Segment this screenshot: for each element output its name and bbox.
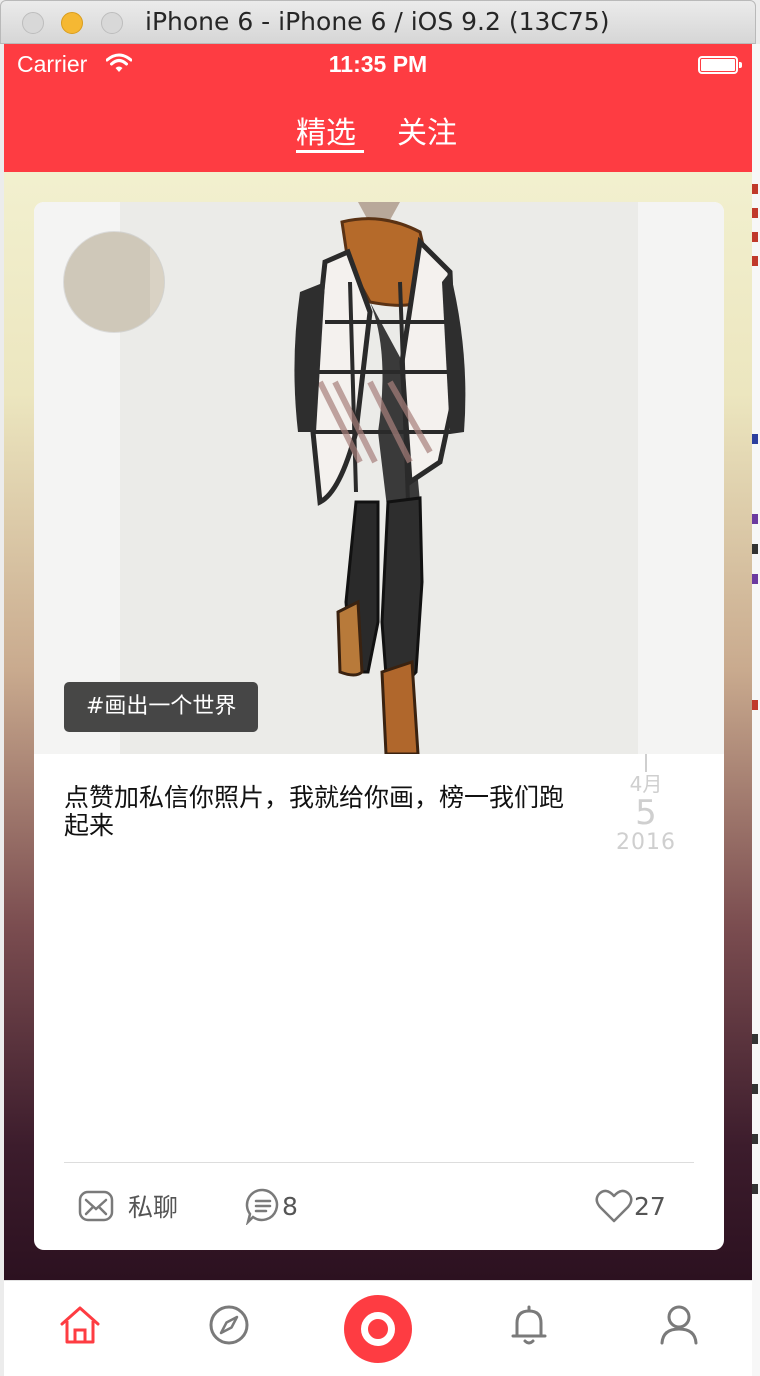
status-bar: Carrier 11:35 PM bbox=[4, 44, 752, 84]
envelope-icon bbox=[78, 1190, 114, 1222]
top-nav-bar: 精选 关注 bbox=[4, 84, 752, 172]
avatar-image bbox=[150, 232, 164, 332]
post-card[interactable]: #画出一个世界 4月 5 2016 点赞加私信你照片，我就给你画，榜一我们跑起来… bbox=[34, 202, 724, 1250]
feed-background: #画出一个世界 4月 5 2016 点赞加私信你照片，我就给你画，榜一我们跑起来… bbox=[4, 172, 752, 1280]
window-minimize-button[interactable] bbox=[61, 12, 83, 34]
actions-divider bbox=[64, 1162, 694, 1163]
background-editor-strip bbox=[752, 44, 760, 1376]
author-avatar[interactable] bbox=[64, 232, 164, 332]
like-count: 27 bbox=[634, 1191, 666, 1221]
tab-following[interactable]: 关注 bbox=[397, 108, 457, 152]
private-message-button[interactable]: 私聊 bbox=[78, 1186, 178, 1226]
profile-icon[interactable] bbox=[657, 1303, 701, 1347]
comment-count: 8 bbox=[282, 1191, 298, 1221]
window-zoom-button[interactable] bbox=[101, 12, 123, 34]
tab-featured[interactable]: 精选 bbox=[296, 108, 356, 152]
home-icon[interactable] bbox=[58, 1303, 102, 1347]
status-time: 11:35 PM bbox=[328, 51, 428, 77]
heart-icon bbox=[595, 1189, 633, 1223]
post-date: 4月 5 2016 bbox=[614, 754, 678, 856]
record-button[interactable] bbox=[344, 1295, 412, 1363]
window-close-button[interactable] bbox=[22, 12, 44, 34]
post-caption: 点赞加私信你照片，我就给你画，榜一我们跑起来 bbox=[64, 783, 565, 840]
battery-icon bbox=[698, 56, 742, 74]
phone-screen: Carrier 11:35 PM 精选 关注 #画出一个世界 4月 5 2016… bbox=[4, 44, 752, 1376]
compass-icon[interactable] bbox=[207, 1303, 251, 1347]
private-message-label: 私聊 bbox=[128, 1193, 179, 1222]
bell-icon[interactable] bbox=[507, 1303, 551, 1347]
fashion-sketch-illustration bbox=[120, 202, 638, 754]
window-title: iPhone 6 - iPhone 6 / iOS 9.2 (13C75) bbox=[145, 7, 610, 36]
post-image[interactable]: #画出一个世界 bbox=[34, 202, 724, 754]
comment-button[interactable]: 8 bbox=[244, 1186, 298, 1226]
like-button[interactable]: 27 bbox=[594, 1186, 666, 1226]
topic-tag[interactable]: #画出一个世界 bbox=[64, 682, 259, 732]
date-day: 5 bbox=[635, 793, 657, 833]
simulator-title-bar: iPhone 6 - iPhone 6 / iOS 9.2 (13C75) bbox=[0, 0, 756, 44]
bottom-tab-bar bbox=[4, 1280, 752, 1376]
date-year: 2016 bbox=[616, 830, 676, 855]
comment-icon bbox=[245, 1188, 279, 1225]
active-tab-indicator bbox=[296, 150, 364, 153]
